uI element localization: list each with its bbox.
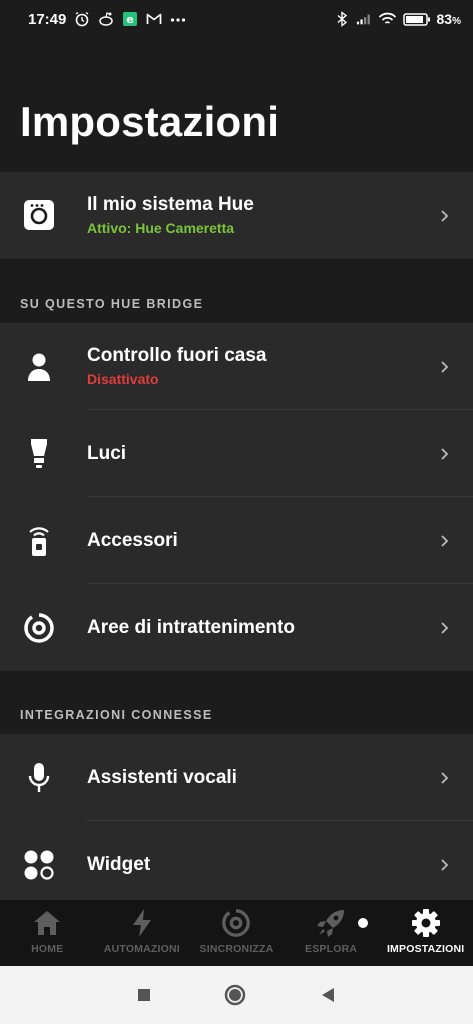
- tab-automations[interactable]: AUTOMAZIONI: [95, 900, 190, 966]
- system-text: Il mio sistema Hue Attivo: Hue Cameretta: [87, 194, 254, 236]
- home-icon: [32, 908, 62, 938]
- app-icon: e: [123, 12, 138, 26]
- status-time: 17:49: [28, 10, 67, 28]
- row-widget-text: Widget: [87, 854, 150, 876]
- bulb-icon: [22, 437, 56, 471]
- remote-status: Disattivato: [87, 371, 159, 387]
- row-widget[interactable]: Widget: [0, 821, 473, 908]
- page-title: Impostazioni: [20, 98, 280, 145]
- notification-dot: [357, 918, 368, 928]
- chevron-right-icon: [441, 621, 449, 634]
- tab-explore[interactable]: ESPLORA: [284, 900, 379, 966]
- reddit-icon: [99, 12, 114, 26]
- tab-automations-label: AUTOMAZIONI: [103, 943, 180, 955]
- chevron-right-icon: [441, 360, 449, 373]
- entertainment-icon: [22, 611, 56, 645]
- remote-label: Controllo fuori casa: [87, 345, 267, 366]
- bluetooth-icon: [337, 11, 347, 27]
- row-voice-text: Assistenti vocali: [87, 767, 237, 789]
- tab-home-label: HOME: [31, 943, 64, 955]
- widget-label: Widget: [87, 853, 151, 875]
- row-entertainment-text: Aree di intrattenimento: [87, 617, 295, 639]
- bottom-nav: HOME AUTOMAZIONI SINCRONIZZA ESPLORA IMP…: [0, 900, 473, 966]
- bridge-card: Controllo fuori casa Disattivato Luci Ac…: [0, 323, 473, 671]
- row-lights-text: Luci: [87, 443, 126, 465]
- gear-icon: [411, 908, 441, 938]
- chevron-right-icon: [441, 771, 449, 784]
- system-nav-bar: [0, 966, 473, 1024]
- tab-settings-label: IMPOSTAZIONI: [386, 943, 465, 955]
- sync-icon: [221, 908, 251, 938]
- home-circle-icon[interactable]: [223, 983, 247, 1007]
- settings-screen: 17:49 e 83% Impostazioni Il mio sistema …: [0, 0, 473, 1024]
- lights-label: Luci: [87, 442, 127, 464]
- tab-sync[interactable]: SINCRONIZZA: [189, 900, 284, 966]
- wifi-icon: [378, 12, 396, 24]
- more-icon: [171, 18, 186, 22]
- voice-label: Assistenti vocali: [87, 766, 237, 788]
- tab-home[interactable]: HOME: [0, 900, 95, 966]
- bridge-icon: [22, 198, 56, 232]
- row-lights[interactable]: Luci: [0, 410, 473, 497]
- chevron-right-icon: [441, 447, 449, 460]
- widget-icon: [22, 848, 56, 882]
- accessories-label: Accessori: [87, 529, 178, 551]
- signal-icon: [356, 14, 370, 25]
- battery-icon: [402, 13, 430, 26]
- alarm-icon: [75, 11, 89, 27]
- system-card: Il mio sistema Hue Attivo: Hue Cameretta: [0, 172, 473, 259]
- tab-explore-label: ESPLORA: [304, 943, 358, 955]
- tab-settings[interactable]: IMPOSTAZIONI: [378, 900, 473, 966]
- remote-icon: [22, 524, 56, 558]
- row-remote-control[interactable]: Controllo fuori casa Disattivato: [0, 323, 473, 410]
- microphone-icon: [22, 761, 56, 795]
- row-entertainment[interactable]: Aree di intrattenimento: [0, 584, 473, 671]
- chevron-right-icon: [441, 534, 449, 547]
- bolt-icon: [127, 908, 157, 938]
- rocket-icon: [316, 908, 346, 938]
- row-accessories[interactable]: Accessori: [0, 497, 473, 584]
- row-remote-text: Controllo fuori casa Disattivato: [87, 345, 266, 387]
- recents-icon[interactable]: [136, 987, 152, 1003]
- back-icon[interactable]: [319, 986, 337, 1004]
- section-heading-bridge: SU QUESTO HUE BRIDGE: [20, 297, 204, 311]
- system-row[interactable]: Il mio sistema Hue Attivo: Hue Cameretta: [0, 172, 473, 259]
- system-label: Il mio sistema Hue: [87, 194, 254, 215]
- chevron-right-icon: [441, 209, 449, 222]
- gmail-icon: [147, 13, 162, 24]
- integrations-card: Assistenti vocali Widget: [0, 734, 473, 908]
- chevron-right-icon: [441, 858, 449, 871]
- section-heading-integrations: INTEGRAZIONI CONNESSE: [20, 708, 213, 722]
- battery-percent: 83%: [436, 11, 461, 27]
- status-bar: 17:49 e 83%: [0, 0, 473, 38]
- tab-sync-label: SINCRONIZZA: [199, 943, 274, 955]
- entertainment-label: Aree di intrattenimento: [87, 616, 295, 638]
- row-accessories-text: Accessori: [87, 530, 178, 552]
- row-voice-assistants[interactable]: Assistenti vocali: [0, 734, 473, 821]
- svg-text:e: e: [127, 13, 134, 26]
- person-icon: [22, 350, 56, 384]
- system-status: Attivo: Hue Cameretta: [87, 220, 235, 236]
